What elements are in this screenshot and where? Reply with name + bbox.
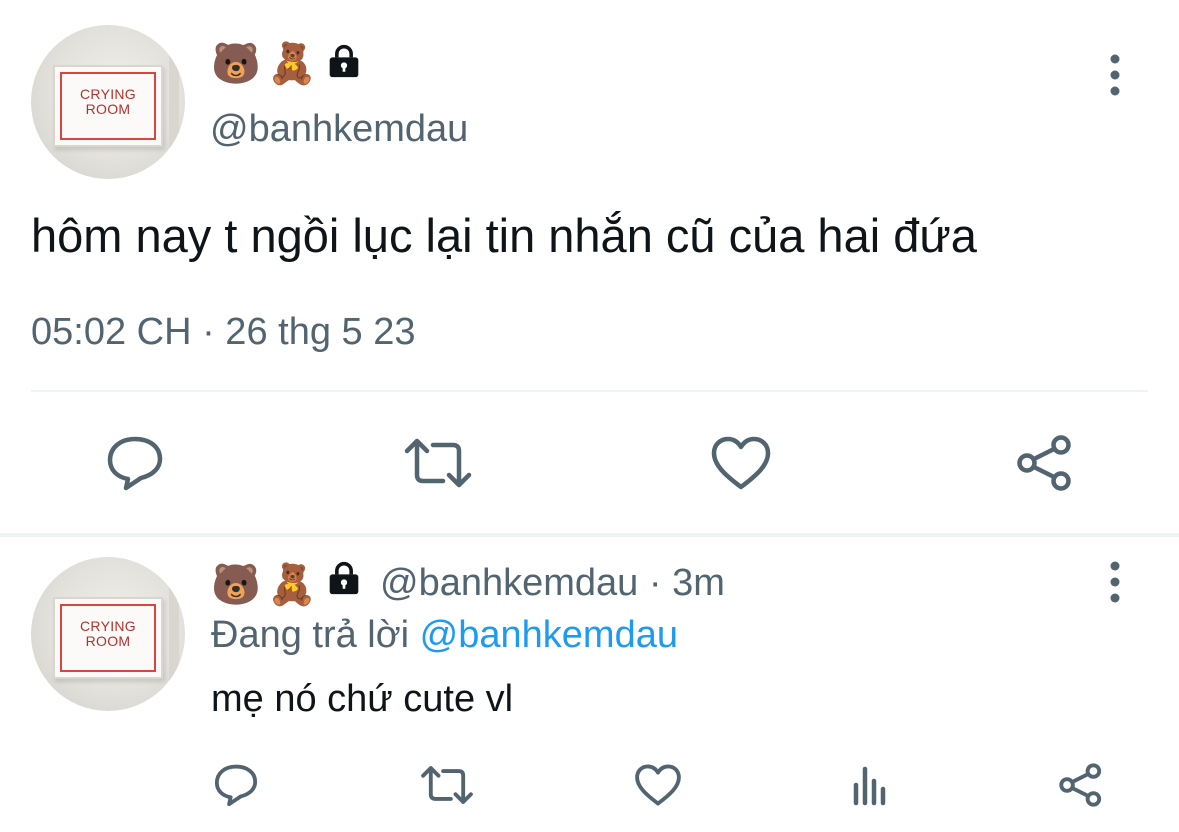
reply-text: mẹ nó chứ cute vl [211, 678, 514, 720]
divider [31, 390, 1148, 392]
avatar-sign-line2: ROOM [85, 633, 131, 649]
avatar-sign-line1: CRYING [80, 86, 136, 102]
lock-icon [329, 561, 359, 595]
avatar-wall-stripe [169, 25, 179, 179]
like-button[interactable] [632, 760, 684, 810]
retweet-icon [421, 766, 473, 804]
tweet-text: hôm nay t ngồi lục lại tin nhắn cũ của h… [31, 209, 977, 262]
views-button[interactable] [846, 760, 894, 810]
reply-avatar[interactable]: CRYING ROOM [31, 557, 185, 711]
retweet-icon [404, 438, 472, 488]
bear-face-emoji: 🐻 [211, 563, 261, 607]
reply-button[interactable] [210, 760, 262, 810]
retweet-button[interactable] [402, 432, 474, 494]
share-icon [1059, 763, 1102, 807]
avatar-crying-room-sign: CRYING ROOM [53, 65, 163, 147]
reply-button[interactable] [100, 432, 170, 494]
teddy-bear-emoji: 🧸 [267, 563, 317, 607]
views-icon [853, 766, 886, 806]
share-button[interactable] [1054, 760, 1108, 810]
retweet-button[interactable] [418, 760, 476, 810]
bear-face-emoji: 🐻 [211, 42, 261, 86]
more-options-icon[interactable] [1103, 53, 1127, 97]
main-tweet: CRYING ROOM 🐻 🧸 @banhkemdau hôm nay t ng… [0, 0, 1179, 533]
teddy-bear-emoji: 🧸 [267, 42, 317, 86]
reply-icon [107, 436, 163, 491]
avatar-sign-line2: ROOM [85, 101, 131, 117]
heart-icon [635, 764, 681, 806]
heart-icon [711, 436, 771, 490]
more-options-icon[interactable] [1103, 560, 1127, 604]
avatar-sign-line1: CRYING [80, 618, 136, 634]
tweet-timestamp[interactable]: 05:02 CH · 26 thg 5 23 [31, 311, 415, 354]
replying-mention-link[interactable]: @banhkemdau [420, 614, 678, 656]
avatar-wall-stripe [169, 557, 179, 711]
reply-handle-time[interactable]: @banhkemdau · 3m [380, 562, 725, 605]
replying-prefix: Đang trả lời [211, 614, 420, 656]
avatar[interactable]: CRYING ROOM [31, 25, 185, 179]
author-handle[interactable]: @banhkemdau [210, 108, 468, 151]
reply-icon [214, 764, 258, 807]
avatar-crying-room-sign: CRYING ROOM [53, 597, 163, 679]
replying-to: Đang trả lời @banhkemdau [211, 614, 678, 657]
share-button[interactable] [1010, 432, 1080, 494]
like-button[interactable] [706, 432, 776, 494]
share-icon [1017, 435, 1071, 491]
lock-icon [329, 44, 359, 78]
